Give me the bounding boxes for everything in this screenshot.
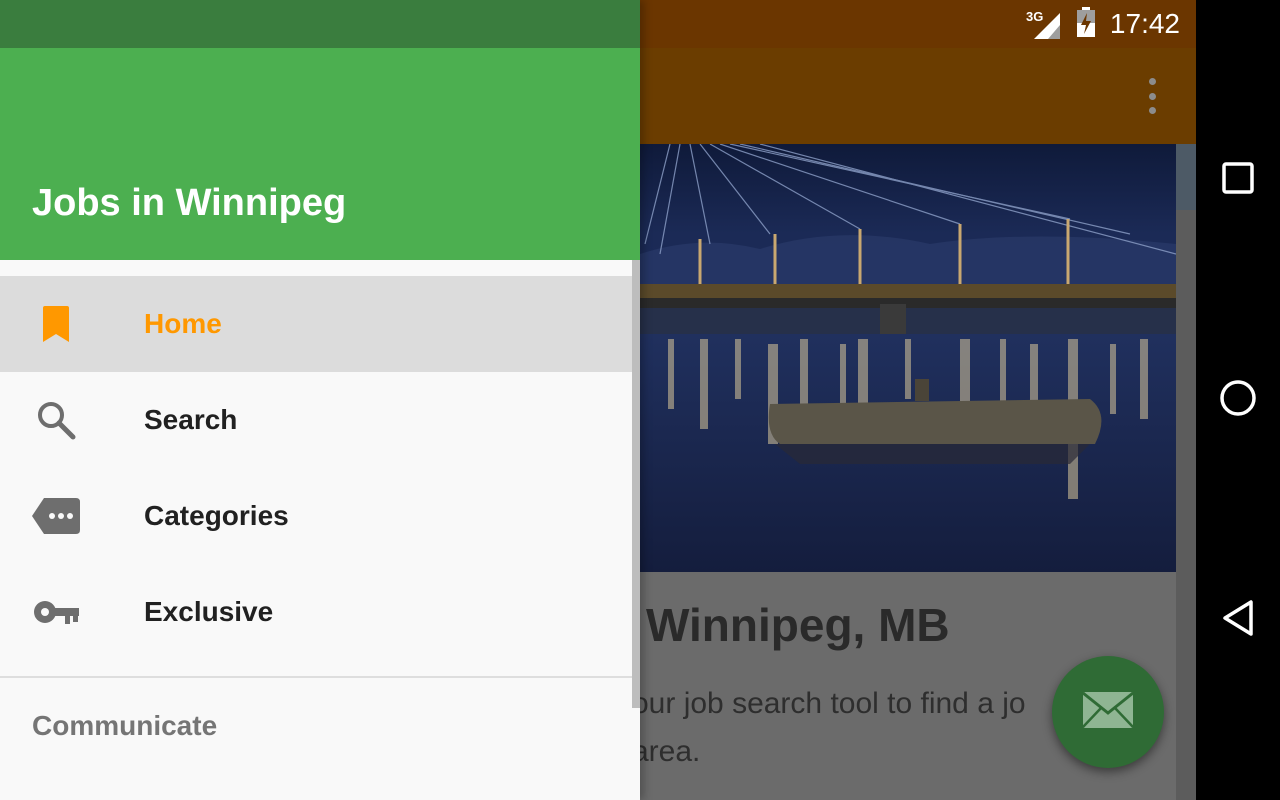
content-title: Winnipeg, MB [646, 599, 950, 651]
recents-button[interactable] [1216, 158, 1260, 202]
bookmark-icon [32, 300, 80, 348]
content-text: our job search tool to find a jo area. [632, 687, 1026, 768]
drawer-status-bar [0, 0, 640, 48]
nav-item-search[interactable]: Search [0, 372, 632, 468]
drawer-divider [0, 676, 640, 678]
home-icon [1219, 379, 1257, 422]
drawer-header: Jobs in Winnipeg [0, 48, 640, 260]
nav-label-categories: Categories [144, 500, 289, 531]
label-more-icon [32, 492, 80, 540]
recents-icon [1222, 161, 1254, 199]
nav-item-categories[interactable]: Categories [0, 468, 632, 564]
signal-icon: 3G [1026, 9, 1062, 39]
mail-fab-button[interactable] [1052, 656, 1164, 768]
drawer-title: Jobs in Winnipeg [32, 182, 347, 224]
nav-label-exclusive: Exclusive [144, 596, 274, 627]
back-icon [1221, 599, 1255, 642]
navigation-drawer: Jobs in Winnipeg Home Search Categories … [0, 0, 640, 800]
status-clock: 17:42 [1109, 8, 1180, 39]
key-icon [32, 588, 80, 636]
search-icon [32, 396, 80, 444]
nav-label-home: Home [144, 308, 222, 339]
mail-icon [1082, 691, 1134, 734]
overflow-menu-icon[interactable] [1142, 78, 1162, 114]
content-scrollbar[interactable] [1176, 144, 1196, 800]
back-button[interactable] [1216, 598, 1260, 642]
drawer-scrollbar[interactable] [632, 260, 640, 708]
nav-label-search: Search [144, 404, 238, 435]
nav-item-exclusive[interactable]: Exclusive [0, 564, 632, 660]
system-navigation-bar [1196, 0, 1280, 800]
battery-icon [1076, 6, 1096, 42]
nav-item-home[interactable]: Home [0, 276, 632, 372]
section-label-communicate: Communicate [32, 710, 218, 741]
home-button[interactable] [1216, 378, 1260, 422]
svg-text:3G: 3G [1026, 9, 1043, 24]
